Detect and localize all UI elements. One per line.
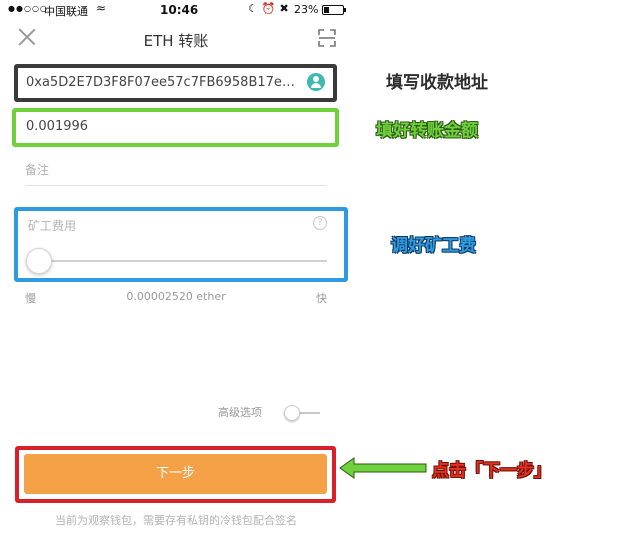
watch-wallet-note: 当前为观察钱包，需要存有私钥的冷钱包配合签名 [55, 514, 297, 527]
memo-field[interactable]: 备注 [25, 156, 327, 186]
annotation-fee: 调好矿工费 [391, 236, 476, 256]
annotation-next: 点击「下一步」 [432, 461, 551, 481]
phone-screen: ●●○○○ 中国联通 ≈ 10:46 ☾⏰✖ 23% ETH 转账 0xa5D2… [0, 0, 352, 539]
next-step-button[interactable]: 下一步 [24, 454, 327, 494]
page-title: ETH 转账 [143, 32, 209, 50]
miner-fee-label: 矿工费用 [28, 219, 77, 233]
carrier-name: 中国联通 [44, 5, 88, 18]
nav-bar: ETH 转账 [0, 24, 352, 58]
signal-strength-icon: ●●○○○ [8, 4, 48, 13]
memo-placeholder: 备注 [25, 163, 50, 177]
battery-icon [322, 5, 346, 15]
recipient-address-value: 0xa5D2E7D3F8F07ee57c7FB6958B17e82c120... [26, 75, 302, 90]
status-bar: ●●○○○ 中国联通 ≈ 10:46 ☾⏰✖ 23% [0, 0, 352, 20]
fee-fast-label: 快 [316, 292, 327, 305]
battery-percent: 23% [294, 3, 319, 16]
scan-qr-icon[interactable] [318, 29, 336, 47]
annotation-arrow-icon [339, 457, 427, 479]
miner-fee-panel: 矿工费用 ? [14, 207, 348, 282]
wifi-icon: ≈ [96, 1, 107, 15]
annotation-address: 填写收款地址 [386, 73, 488, 93]
amount-value: 0.001996 [26, 119, 89, 134]
advanced-options-label: 高级选项 [218, 406, 262, 419]
advanced-options-row: 高级选项 [218, 402, 328, 424]
fee-scale: 慢 0.00002520 ether 快 [25, 290, 327, 306]
contact-book-icon[interactable] [307, 73, 325, 91]
advanced-options-toggle[interactable] [284, 405, 300, 421]
fee-value: 0.00002520 ether [126, 290, 226, 303]
help-icon[interactable]: ? [313, 216, 327, 230]
status-icons: ☾⏰✖ [248, 2, 293, 15]
fee-slider-track[interactable] [30, 260, 327, 262]
amount-field[interactable]: 0.001996 [12, 108, 339, 147]
status-time: 10:46 [160, 3, 199, 17]
recipient-address-field[interactable]: 0xa5D2E7D3F8F07ee57c7FB6958B17e82c120... [14, 64, 337, 102]
fee-slider-thumb[interactable] [26, 248, 52, 274]
annotation-amount: 填好转账金额 [376, 121, 478, 141]
